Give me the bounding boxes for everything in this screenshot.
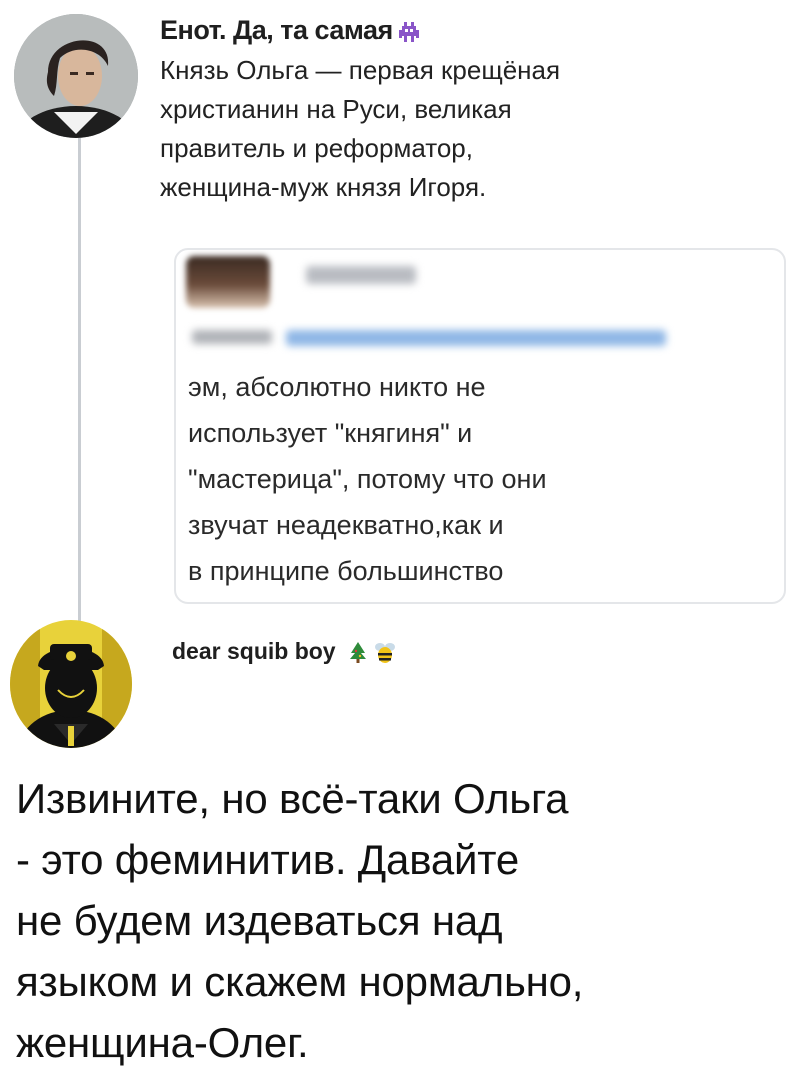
avatar-post1[interactable]	[14, 14, 138, 138]
alien-monster-icon	[396, 17, 422, 43]
post1-line: христианин на Руси, великая	[160, 94, 512, 124]
quoted-post-card[interactable]: эм, абсолютно никто не использует "княги…	[174, 248, 786, 604]
silhouette-image	[10, 620, 132, 748]
quote-line: в принципе большинство	[188, 556, 504, 586]
quoted-meta-blurred	[192, 330, 272, 344]
reply-line: не будем издеваться над	[16, 897, 503, 944]
post1-text: Князь Ольга — первая крещёная христианин…	[160, 51, 760, 207]
quoted-avatar-blurred	[186, 256, 270, 308]
post-original: Енот. Да, та самая Князь Ольга — первая …	[160, 10, 760, 207]
quote-line: эм, абсолютно никто не	[188, 372, 486, 402]
quote-line: использует "княгиня" и	[188, 418, 473, 448]
post1-line: Князь Ольга — первая крещёная	[160, 55, 561, 85]
quote-line: "мастерица", потому что они	[188, 464, 547, 494]
portrait-image	[14, 14, 138, 138]
reply-line: языком и скажем нормально,	[16, 958, 584, 1005]
christmas-tree-icon	[348, 641, 368, 663]
post1-line: женщина-муж князя Игоря.	[160, 172, 487, 202]
post1-line: правитель и реформатор,	[160, 133, 473, 163]
avatar-post2[interactable]	[10, 620, 132, 748]
reply-line: женщина-Олег.	[16, 1019, 309, 1066]
bee-icon	[374, 640, 396, 664]
author-name-post2[interactable]: dear squib boy	[172, 638, 396, 665]
quoted-text: эм, абсолютно никто не использует "княги…	[188, 364, 547, 594]
quoted-author-blurred	[306, 266, 416, 284]
reply-line: Извините, но всё-таки Ольга	[16, 775, 569, 822]
quoted-link-blurred	[286, 330, 666, 346]
quote-line: звучат неадекватно,как и	[188, 510, 504, 540]
author-name-post1[interactable]: Енот. Да, та самая	[160, 10, 760, 50]
reply-text: Извините, но всё-таки Ольга - это фемини…	[16, 768, 583, 1073]
thread-connector-line	[78, 132, 81, 627]
reply-line: - это феминитив. Давайте	[16, 836, 519, 883]
